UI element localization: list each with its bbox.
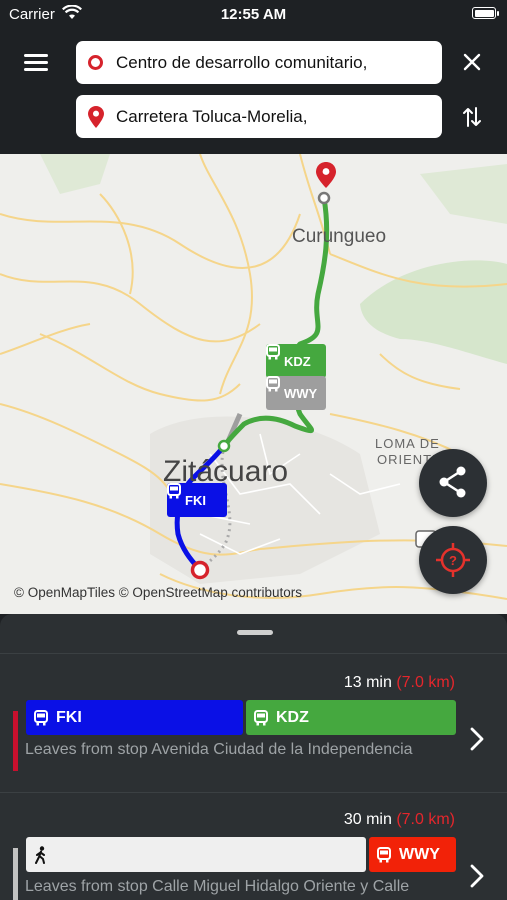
badge-label: FKI [185,492,206,508]
map-route-badge-wwy[interactable]: WWY [266,376,326,410]
map-route-badge-kdz[interactable]: KDZ [266,344,326,378]
route-segment-fki: FKI [26,700,243,735]
origin-field[interactable]: Centro de desarrollo comunitario, [76,41,442,84]
route-options-sheet: 13 min (7.0 km) FKI KDZ Leaves from stop… [0,614,507,900]
route-segment-wwy: WWY [369,837,456,872]
destination-text: Carretera Toluca-Morelia, [116,107,308,126]
walk-icon [34,845,48,864]
route-segment-walk [26,837,366,872]
location-pin-icon [88,106,104,133]
map-label-curungueo: Curungueo [292,226,387,247]
route-distance: (7.0 km) [396,674,455,691]
svg-text:?: ? [449,553,457,568]
origin-circle-icon [88,55,103,70]
clear-button[interactable] [462,52,482,72]
battery-icon [472,7,499,19]
locate-me-button[interactable]: ? [419,526,487,594]
segment-label: KDZ [276,708,309,726]
route-description: Leaves from stop Avenida Ciudad de la In… [25,741,413,758]
route-duration: 13 min (7.0 km) [343,674,455,691]
route-distance: (7.0 km) [396,811,455,828]
chevron-right-icon [468,726,486,757]
segment-label: WWY [399,845,440,863]
sheet-divider [0,653,507,654]
bus-icon [254,709,268,726]
badge-label: KDZ [284,353,311,369]
map-attribution: © OpenMapTiles © OpenStreetMap contribut… [14,585,303,600]
route-divider [0,792,507,793]
route-option-2[interactable]: 30 min (7.0 km) WWY Leaves from stop Cal… [0,811,507,900]
route-description: Leaves from stop Calle Miguel Hidalgo Or… [25,878,410,895]
close-icon [463,53,481,71]
map-view[interactable]: Curungueo Zitácuaro LOMA DE ORIENTE KDZ … [0,154,507,614]
route-segment-kdz: KDZ [246,700,456,735]
route-duration: 30 min (7.0 km) [343,811,455,828]
menu-button[interactable] [24,52,48,72]
swap-arrows-icon [463,107,481,127]
route-search-header: Centro de desarrollo comunitario, Carret… [0,30,507,154]
destination-field[interactable]: Carretera Toluca-Morelia, [76,95,442,138]
bus-icon [377,846,391,863]
share-button[interactable] [419,449,487,517]
segment-label: FKI [56,708,82,726]
map-route-badge-fki[interactable]: FKI [167,483,227,517]
sheet-drag-handle[interactable] [237,630,273,635]
origin-text: Centro de desarrollo comunitario, [116,53,368,72]
chevron-right-icon [468,863,486,894]
share-icon [439,466,466,498]
crosshair-location-icon: ? [436,543,470,577]
badge-label: WWY [284,385,318,401]
status-bar: Carrier 12:55 AM [0,0,507,30]
bus-icon [34,709,48,726]
route-option-1[interactable]: 13 min (7.0 km) FKI KDZ Leaves from stop… [0,674,507,804]
clock: 12:55 AM [220,6,287,23]
route-indicator-bar [13,711,18,771]
route-indicator-bar [13,848,18,900]
swap-button[interactable] [462,106,482,128]
